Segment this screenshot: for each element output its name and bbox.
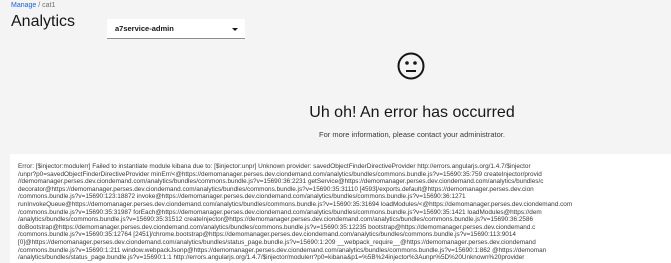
error-subtitle: For more information, please contact you… xyxy=(319,130,505,139)
stack-trace-line: runInvokeQueue@https://demomanager.perse… xyxy=(18,200,573,208)
stack-trace-line: [0]@https://demomanager.perses.dev.ciond… xyxy=(18,238,536,246)
sad-face-icon xyxy=(397,52,425,80)
stack-trace-line: Error: [$injector:modulerr] Failed to in… xyxy=(18,163,531,170)
stack-trace-line: /commons.bundle.js?v=15690:123:18872 inv… xyxy=(18,193,466,201)
breadcrumb-link-manage[interactable]: Manage xyxy=(11,2,36,9)
breadcrumb: Manage / cat1 xyxy=(11,1,311,11)
stack-trace-line: /commons.bundle.js?v=15690:1:211 window.… xyxy=(18,246,547,254)
stack-trace-line: //demomanager.perses.dev.ciondemand.com/… xyxy=(18,178,544,186)
stack-trace-line: /commons.bundle.js?v=15690:35:31987 forE… xyxy=(18,208,542,216)
stack-trace-line: decorator@https://demomanager.perses.dev… xyxy=(18,185,534,193)
stack-trace-line: /analytics/bundles/status_page.bundle.js… xyxy=(18,254,525,262)
stack-trace-line: doBootstrap@https://demomanager.perses.d… xyxy=(18,223,536,231)
stack-trace-line: /commons.bundle.js?v=15690:35:12764 [245… xyxy=(18,231,516,239)
error-title: Uh oh! An error has occurred xyxy=(309,104,515,121)
chevron-down-icon xyxy=(232,28,238,31)
stack-trace-line: /unpr?p0=savedObjectFinderDirectiveProvi… xyxy=(18,170,542,178)
stack-trace-line: /analytics/bundles/commons.bundle.js?v=1… xyxy=(18,216,534,224)
breadcrumb-current: cat1 xyxy=(42,2,56,9)
breadcrumb-separator: / xyxy=(38,2,41,9)
service-select-value: a7service-admin xyxy=(115,24,174,33)
service-select-dropdown[interactable]: a7service-admin xyxy=(107,19,245,39)
error-stack-trace: Error: [$injector:modulerr] Failed to in… xyxy=(10,154,671,263)
